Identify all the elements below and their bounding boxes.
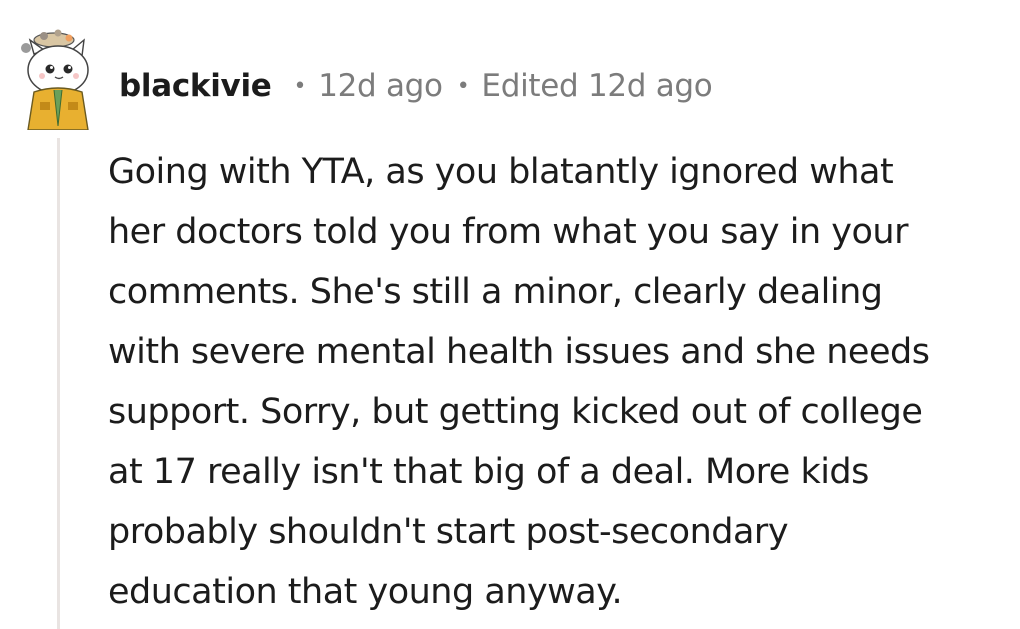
comment-body: Going with YTA, as you blatantly ignored…: [108, 152, 930, 612]
posted-time[interactable]: 12d ago: [318, 68, 443, 104]
edited-time: Edited 12d ago: [481, 68, 713, 104]
comment: blackivie • 12d ago • Edited 12d ago Goi…: [0, 0, 1020, 629]
author-username[interactable]: blackivie: [119, 68, 272, 104]
separator-dot: •: [456, 73, 470, 99]
separator-dot: •: [293, 73, 307, 99]
cat-avatar-icon[interactable]: [14, 26, 104, 131]
thread-line[interactable]: [57, 138, 60, 629]
comment-header: blackivie • 12d ago • Edited 12d ago: [119, 66, 713, 106]
